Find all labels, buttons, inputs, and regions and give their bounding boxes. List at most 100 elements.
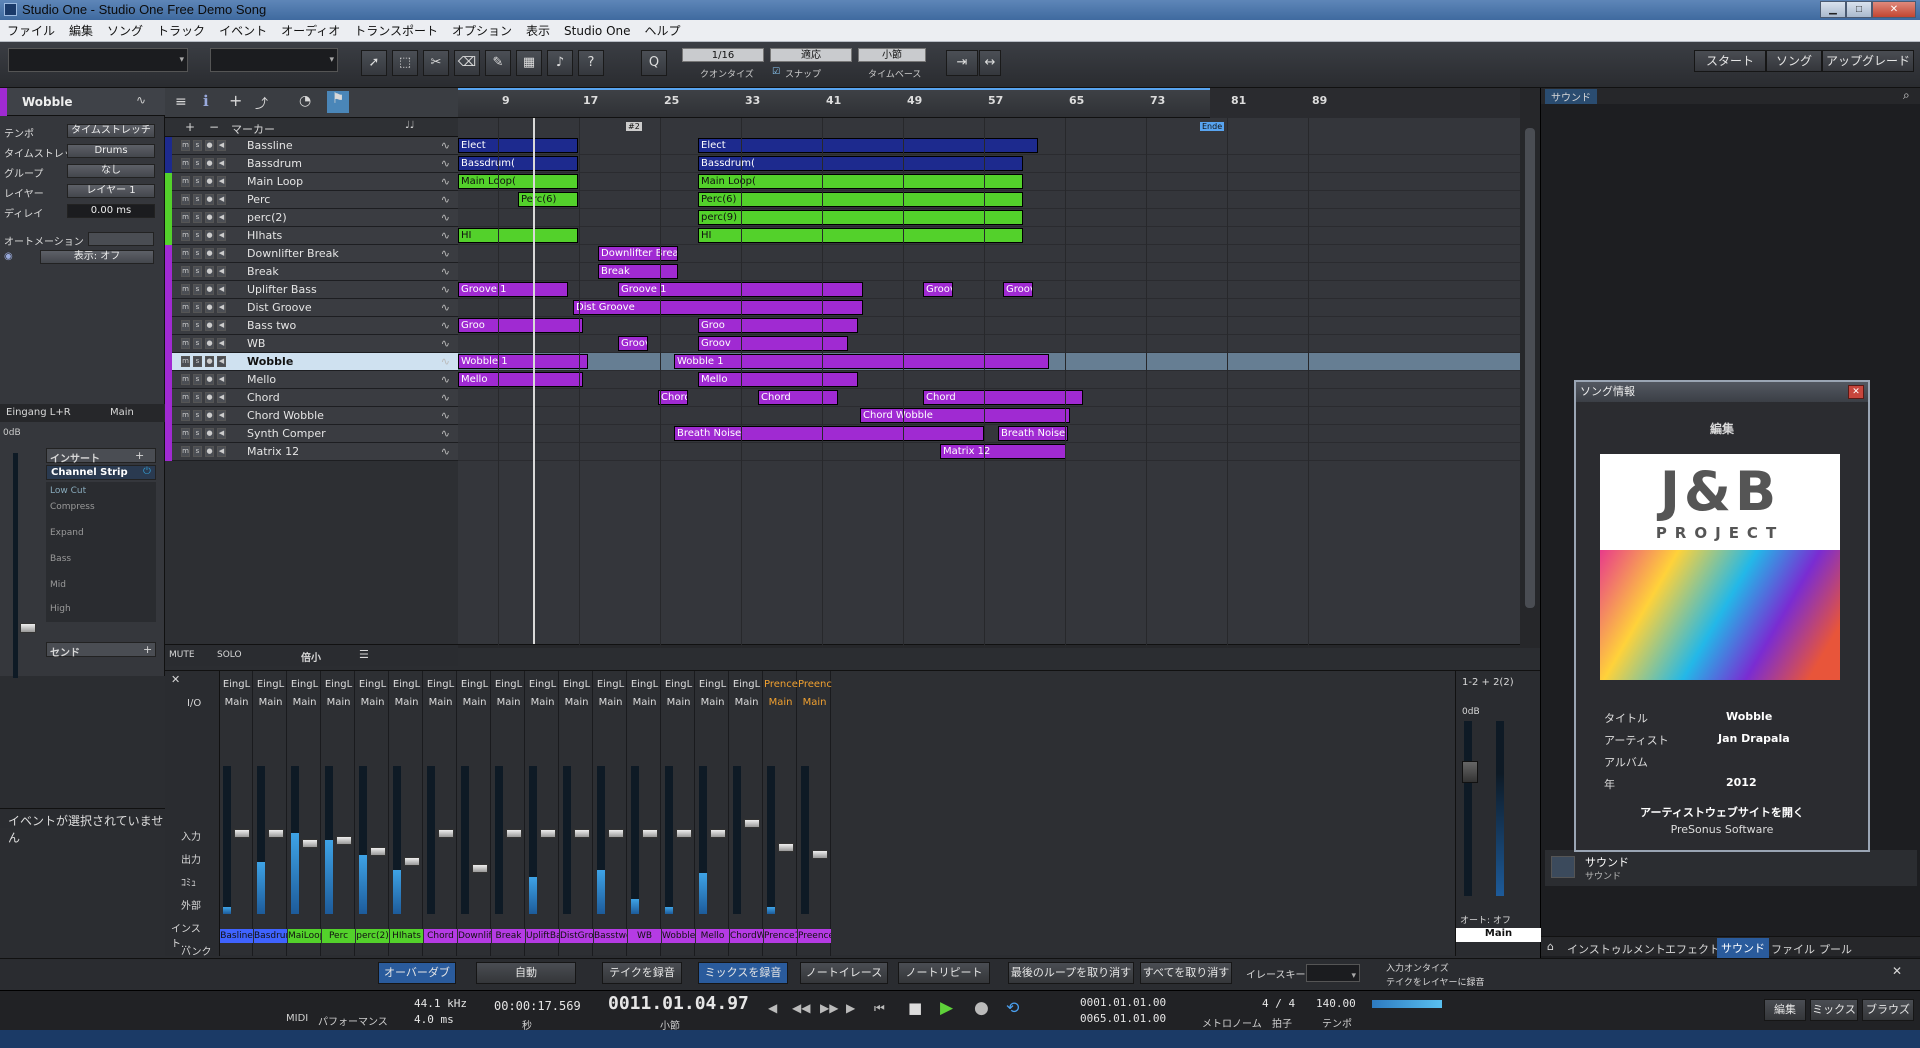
volume-fader[interactable] [540, 829, 556, 838]
track-name[interactable]: Wobble [247, 355, 293, 368]
tab-files[interactable]: ファイル [1771, 941, 1815, 957]
channel-input[interactable]: EingL [220, 679, 253, 690]
solo-button[interactable]: s [193, 230, 202, 241]
track-row[interactable]: m s ● ◀ Dist Groove ∿ [165, 299, 458, 317]
channel-input[interactable]: EingL [594, 679, 627, 690]
audio-event[interactable]: Groo [698, 318, 858, 333]
arrange-view[interactable]: #2 Ende 9 17 25 33 41 49 57 65 73 81 89 Elect Elect… [458, 88, 1520, 648]
channel-input[interactable]: EingL [560, 679, 593, 690]
monitor-button[interactable]: ◀ [217, 302, 226, 313]
row-output[interactable]: 出力 [181, 851, 201, 866]
solo-button[interactable]: s [193, 446, 202, 457]
title-value[interactable]: Wobble [1726, 710, 1772, 723]
track-name[interactable]: Main Loop [247, 175, 303, 188]
waveform-icon[interactable]: ∿ [441, 409, 450, 422]
channel-output[interactable]: Main [730, 697, 763, 708]
mute-button[interactable]: m [181, 230, 190, 241]
automation-value[interactable]: 表示: オフ [40, 250, 154, 264]
channel-name[interactable]: Chord [424, 929, 457, 943]
channel-name[interactable]: Mello [696, 929, 729, 943]
upgrade-button[interactable]: アップグレード [1822, 50, 1914, 72]
channel-name[interactable]: Downlifter [458, 929, 491, 943]
solo-button[interactable]: s [193, 140, 202, 151]
monitor-button[interactable]: ◀ [217, 392, 226, 403]
menu-song[interactable]: ソング [100, 20, 150, 42]
mute-button[interactable]: m [181, 284, 190, 295]
channel-output[interactable]: Main [322, 697, 355, 708]
record-arm-button[interactable]: ● [205, 428, 214, 439]
audio-event[interactable]: perc(9) [698, 210, 1023, 225]
record-mix-button[interactable]: ミックスを録音 [698, 962, 788, 984]
channel-output[interactable]: Main [662, 697, 695, 708]
row-external[interactable]: 外部 [181, 897, 201, 912]
time-display[interactable]: 00:00:17.569 [494, 999, 581, 1013]
master-fader[interactable] [1462, 761, 1478, 783]
volume-fader[interactable] [268, 829, 284, 838]
arrange-lane[interactable]: Dist Groove [458, 299, 1520, 317]
overdub-button[interactable]: オーバーダブ [378, 962, 456, 984]
close-mixer-icon[interactable]: ✕ [171, 673, 180, 686]
arrange-lane[interactable]: Groov Groov [458, 335, 1520, 353]
track-name[interactable]: Bass two [247, 319, 296, 332]
tempo-value[interactable]: タイムストレッチ [67, 124, 155, 138]
channel-name[interactable]: Preence [798, 929, 831, 943]
record-arm-button[interactable]: ● [205, 338, 214, 349]
track-row[interactable]: m s ● ◀ Bassline ∿ [165, 137, 458, 155]
waveform-icon[interactable]: ∿ [441, 427, 450, 440]
param-mid[interactable]: Mid [50, 580, 66, 590]
solo-button[interactable]: s [193, 374, 202, 385]
menu-edit[interactable]: 編集 [62, 20, 100, 42]
loop-icon[interactable]: ⟲ [1006, 998, 1019, 1017]
track-row[interactable]: m s ● ◀ Wobble ∿ [165, 353, 458, 371]
mixer-channel[interactable]: EingL Main perc(2) [356, 671, 389, 956]
audio-event[interactable]: Perc(6) [518, 192, 578, 207]
record-arm-button[interactable]: ● [205, 356, 214, 367]
channel-input[interactable]: EingL [254, 679, 287, 690]
loop-end[interactable]: 0065.01.01.00 [1080, 1012, 1166, 1025]
group-value[interactable]: なし [67, 164, 155, 178]
track-name[interactable]: Perc [247, 193, 270, 206]
solo-button[interactable]: s [193, 392, 202, 403]
remove-marker-icon[interactable]: − [209, 120, 219, 134]
monitor-button[interactable]: ◀ [217, 176, 226, 187]
channel-name[interactable]: Basstwo [594, 929, 627, 943]
monitor-button[interactable]: ◀ [217, 374, 226, 385]
auto-button[interactable]: 自動 [476, 962, 576, 984]
marker-icon[interactable]: ⚑ [327, 91, 349, 113]
solo-button[interactable]: s [193, 320, 202, 331]
snap-checkbox-icon[interactable]: ☑ [772, 67, 780, 77]
record-arm-button[interactable]: ● [205, 320, 214, 331]
menu-event[interactable]: イベント [212, 20, 274, 42]
mixer-channel[interactable]: Prence Main Prence1 [764, 671, 798, 956]
arrange-lane[interactable]: Bassdrum(Bassdrum( [458, 155, 1520, 173]
solo-button[interactable]: s [193, 410, 202, 421]
track-name[interactable]: Chord [247, 391, 280, 404]
channel-output[interactable]: Main [288, 697, 321, 708]
audio-event[interactable]: Groo [458, 318, 583, 333]
monitor-button[interactable]: ◀ [217, 356, 226, 367]
audio-event[interactable]: Chord [758, 390, 838, 405]
tempo-display[interactable]: 140.00 [1316, 997, 1356, 1010]
follow-icon[interactable]: ⇥ [946, 50, 978, 76]
mixer-channel[interactable]: EingL Main Basstwo [594, 671, 627, 956]
add-insert-icon[interactable]: + [135, 449, 144, 462]
view-browse[interactable]: ブラウズ [1862, 999, 1914, 1021]
channel-output[interactable]: Main [560, 697, 593, 708]
mute-button[interactable]: m [181, 428, 190, 439]
solo-button[interactable]: s [193, 176, 202, 187]
mixer-channel[interactable]: EingL Main Mello [696, 671, 729, 956]
input-quantize-checkbox[interactable]: 入力オンタイズ [1386, 961, 1449, 974]
channel-output[interactable]: Main [356, 697, 389, 708]
channel-name[interactable]: Basdrum [254, 929, 287, 943]
channel-name[interactable]: Break [492, 929, 525, 943]
vertical-scrollbar[interactable] [1520, 88, 1540, 648]
track-row[interactable]: m s ● ◀ Uplifter Bass ∿ [165, 281, 458, 299]
year-value[interactable]: 2012 [1726, 776, 1757, 789]
mixer-channel[interactable]: EingL Main ChordWobble [730, 671, 763, 956]
master-io[interactable]: 1-2 + 2(2) [1462, 677, 1514, 688]
audio-event[interactable]: Groov [698, 336, 848, 351]
record-take-button[interactable]: テイクを録音 [602, 962, 682, 984]
quantize-value[interactable]: 1/16 [682, 48, 764, 62]
volume-fader[interactable] [676, 829, 692, 838]
menu-help[interactable]: ヘルプ [638, 20, 688, 42]
